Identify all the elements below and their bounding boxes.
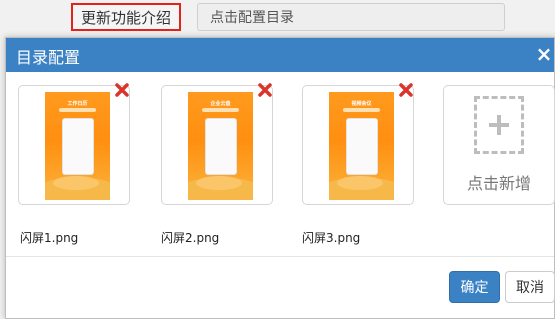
footer-divider [6, 256, 554, 257]
image-file-name-3: 闪屏3.png [302, 231, 361, 245]
image-thumbnail-2[interactable]: 企业云盘 [161, 83, 273, 205]
update-feature-intro-button[interactable]: 更新功能介绍 [71, 3, 181, 31]
phone-mockup [205, 118, 237, 175]
configure-directory-input[interactable]: 点击配置目录 [197, 3, 505, 31]
splash-poster-image: 视频会议 [329, 92, 394, 200]
image-thumbnail-3[interactable]: 视频会议 [302, 83, 414, 205]
poster-subtitle-bar [59, 108, 96, 112]
poster-subtitle-bar [343, 108, 380, 112]
cancel-button[interactable]: 取消 [505, 271, 555, 303]
poster-cloud-highlight [337, 176, 383, 190]
modal-title: 目录配置 [16, 48, 81, 67]
delete-icon[interactable] [115, 83, 129, 97]
image-file-name-1: 闪屏1.png [20, 231, 79, 245]
poster-title: 工作日历 [67, 101, 88, 107]
phone-mockup [62, 118, 94, 175]
image-file-name-2: 闪屏2.png [161, 231, 220, 245]
poster-subtitle-bar [202, 108, 239, 112]
delete-icon[interactable] [399, 83, 413, 97]
image-thumbnail-1[interactable]: 工作日历 [18, 83, 130, 205]
close-icon[interactable]: × [534, 42, 554, 66]
delete-icon[interactable] [258, 83, 272, 97]
poster-cloud-highlight [53, 176, 99, 190]
poster-title: 视频会议 [351, 101, 372, 107]
splash-poster-image: 工作日历 [45, 92, 110, 200]
phone-mockup [346, 118, 378, 175]
poster-cloud-highlight [196, 176, 242, 190]
modal-header: 目录配置 × [6, 38, 554, 72]
poster-title: 企业云盘 [210, 101, 231, 107]
add-image-label: 点击新增 [466, 174, 531, 193]
splash-poster-image: 企业云盘 [188, 92, 253, 200]
add-image-tile[interactable]: 点击新增 [443, 85, 555, 205]
confirm-button[interactable]: 确定 [449, 271, 500, 303]
directory-config-modal: 目录配置 × 工作日历 闪屏1.png 企业云盘 闪屏2.png 视频会议 闪屏… [5, 37, 555, 319]
plus-icon [474, 96, 524, 154]
